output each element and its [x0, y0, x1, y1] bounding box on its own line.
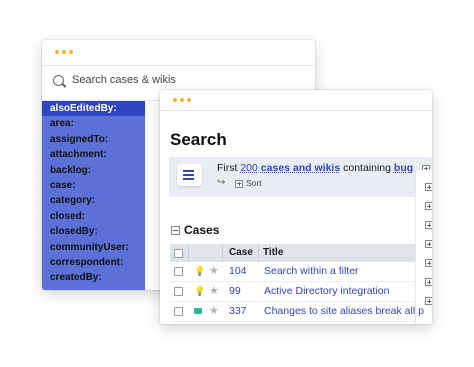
dropdown-item-label: assignedTo:: [50, 133, 109, 145]
list-view-button[interactable]: [177, 164, 202, 186]
dropdown-item[interactable]: alsoEditedBy:: [42, 101, 145, 117]
dropdown-item[interactable]: backlog:: [42, 163, 145, 178]
window-dot: [62, 50, 66, 54]
expand-column: [415, 170, 432, 324]
front-window: Search First 200 cases and wikis contain…: [160, 90, 432, 324]
window-titlebar: [160, 90, 432, 111]
expand-icon[interactable]: [425, 240, 432, 248]
search-term-link[interactable]: bug: [394, 162, 413, 174]
dropdown-item[interactable]: communityUser:: [42, 240, 145, 255]
page-title: Search: [170, 130, 227, 149]
dropdown-item-label: closedBy:: [50, 226, 98, 238]
return-arrow-icon: ↪: [217, 177, 226, 188]
search-axis-dropdown[interactable]: alsoEditedBy: area: assignedTo: attachme…: [42, 101, 145, 290]
star-icon[interactable]: ★: [209, 284, 219, 297]
window-titlebar: [42, 40, 315, 66]
window-dot: [55, 50, 59, 54]
cases-section-header[interactable]: Cases: [171, 223, 219, 237]
column-header-case[interactable]: Case: [229, 247, 253, 258]
star-icon[interactable]: ★: [209, 304, 219, 317]
expand-icon[interactable]: [425, 297, 432, 305]
dropdown-item[interactable]: correspondent:: [42, 255, 145, 270]
dropdown-item-label: attachment:: [50, 149, 107, 161]
dropdown-item-label: category:: [50, 195, 96, 207]
dropdown-item-label: case:: [50, 179, 76, 191]
expand-icon[interactable]: [425, 221, 432, 229]
row-checkbox[interactable]: [174, 307, 183, 316]
expand-icon[interactable]: [425, 259, 432, 267]
dropdown-item[interactable]: closed:: [42, 209, 145, 224]
dropdown-item-label: closed:: [50, 210, 86, 222]
dropdown-item-label: area:: [50, 118, 74, 130]
case-title-link[interactable]: Active Directory integration: [264, 285, 389, 297]
result-count-link[interactable]: 200: [240, 162, 258, 174]
collapse-icon: [171, 226, 180, 236]
query-prefix: First: [217, 162, 238, 174]
window-dot: [187, 98, 191, 102]
dropdown-item-label: createdBy:: [50, 272, 102, 284]
cases-table: Case Title 💡 ★ 104 Search within a filte…: [170, 244, 424, 322]
case-title-link[interactable]: Search within a filter: [264, 265, 359, 277]
email-icon: [194, 306, 202, 316]
table-row[interactable]: ★ 337 Changes to site aliases break all …: [170, 302, 424, 322]
search-input[interactable]: Search cases & wikis: [72, 74, 176, 86]
row-checkbox[interactable]: [174, 287, 183, 296]
query-middle: containing: [343, 162, 391, 174]
query-description: First 200 cases and wikis containing bug: [217, 162, 413, 174]
dropdown-item[interactable]: closedBy:: [42, 224, 145, 239]
table-header: Case Title: [170, 244, 415, 262]
row-checkbox[interactable]: [174, 267, 183, 276]
dropdown-item[interactable]: category:: [42, 193, 145, 208]
expand-icon[interactable]: [425, 183, 432, 191]
search-icon: [53, 75, 64, 86]
lightbulb-icon: 💡: [194, 286, 206, 296]
case-number-link[interactable]: 104: [229, 265, 247, 277]
window-dot: [180, 98, 184, 102]
sort-toggle[interactable]: Sort: [235, 178, 262, 188]
dropdown-item[interactable]: assignedTo:: [42, 132, 145, 147]
window-dot: [173, 98, 177, 102]
star-icon[interactable]: ★: [209, 264, 219, 277]
window-dot: [69, 50, 73, 54]
dropdown-item[interactable]: attachment:: [42, 147, 145, 162]
dropdown-item[interactable]: createdBy:: [42, 270, 145, 285]
table-row[interactable]: 💡 ★ 104 Search within a filter: [170, 262, 415, 282]
window-dots: [173, 98, 191, 102]
dropdown-item-label: backlog:: [50, 164, 92, 176]
column-header-title[interactable]: Title: [263, 247, 283, 258]
dropdown-item[interactable]: case:: [42, 178, 145, 193]
table-row[interactable]: 💡 ★ 99 Active Directory integration: [170, 282, 415, 302]
expand-icon: [235, 179, 243, 188]
dropdown-item-label: correspondent:: [50, 256, 124, 268]
case-number-link[interactable]: 337: [229, 305, 247, 317]
scope-link[interactable]: cases and wikis: [261, 162, 340, 174]
query-summary-panel: First 200 cases and wikis containing bug…: [169, 157, 432, 197]
expand-icon[interactable]: [425, 202, 432, 210]
cases-label: Cases: [184, 223, 220, 237]
dropdown-item[interactable]: area:: [42, 116, 145, 131]
select-all-checkbox[interactable]: [174, 249, 183, 258]
expand-icon[interactable]: [425, 278, 432, 286]
case-title-link[interactable]: Changes to site aliases break all p: [264, 305, 424, 317]
case-number-link[interactable]: 99: [229, 285, 241, 297]
sort-label: Sort: [246, 178, 262, 188]
dropdown-item-label: communityUser:: [50, 241, 129, 253]
lightbulb-icon: 💡: [194, 266, 206, 276]
dropdown-item-label: alsoEditedBy:: [50, 103, 117, 114]
window-dots: [55, 50, 73, 54]
